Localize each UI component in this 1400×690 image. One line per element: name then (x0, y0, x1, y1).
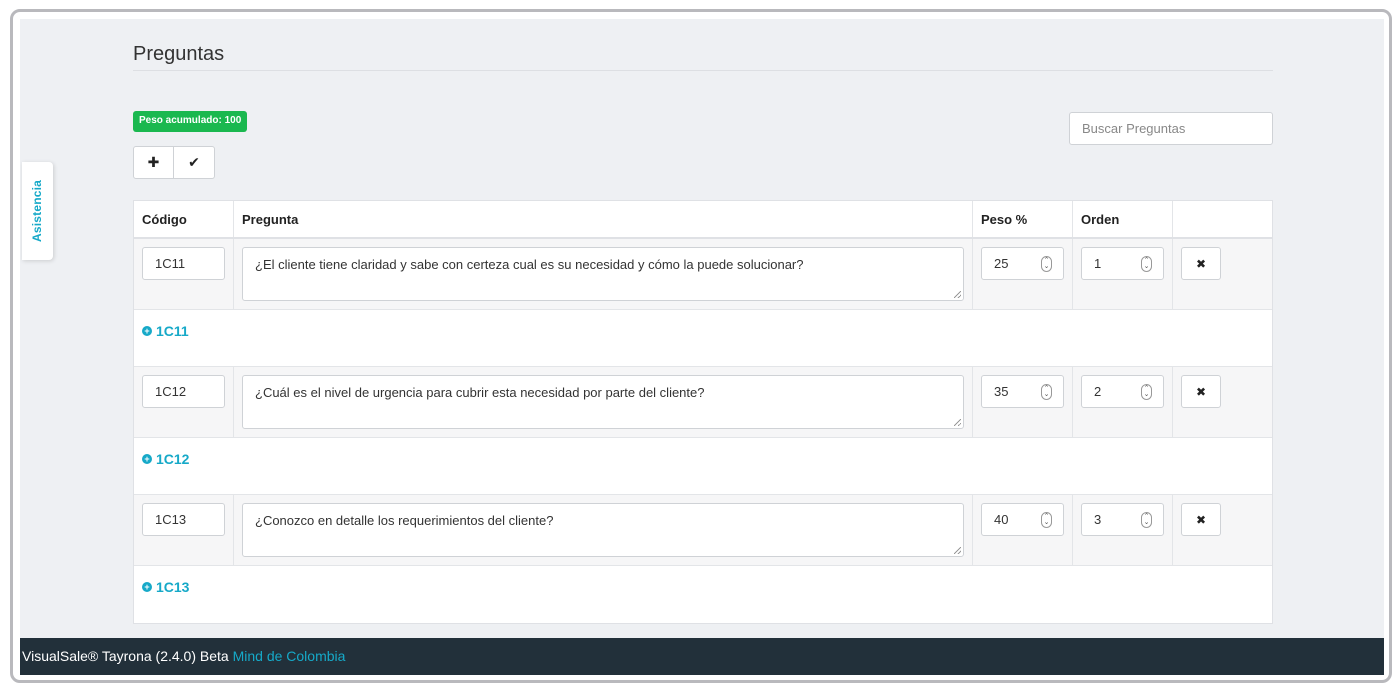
weight-field[interactable]: 40 ⌃ ⌄ (981, 503, 1064, 536)
save-questions-button[interactable]: ✔ (174, 146, 215, 179)
question-textarea[interactable]: ¿Conozco en detalle los requerimientos d… (242, 503, 964, 557)
header-order: Orden (1073, 201, 1173, 237)
table-row: 1C12 ¿Cuál es el nivel de urgencia para … (134, 367, 1272, 438)
header-code: Código (134, 201, 234, 237)
list-item: +1C12 (134, 438, 1272, 495)
question-text: ¿Cuál es el nivel de urgencia para cubri… (255, 385, 705, 400)
expand-link-label: 1C13 (156, 579, 190, 595)
delete-question-button[interactable]: ✖ (1181, 503, 1221, 536)
question-textarea[interactable]: ¿El cliente tiene claridad y sabe con ce… (242, 247, 964, 301)
order-value: 2 (1094, 384, 1102, 399)
question-textarea[interactable]: ¿Cuál es el nivel de urgencia para cubri… (242, 375, 964, 429)
header-weight: Peso % (973, 201, 1073, 237)
spinner-icon[interactable]: ⌃ ⌄ (1141, 512, 1152, 528)
table-row: 1C11 ¿El cliente tiene claridad y sabe c… (134, 239, 1272, 310)
code-field[interactable]: 1C13 (142, 503, 225, 536)
code-field[interactable]: 1C12 (142, 375, 225, 408)
question-text: ¿El cliente tiene claridad y sabe con ce… (255, 257, 804, 272)
table-header: Código Pregunta Peso % Orden (134, 201, 1272, 239)
expand-link-label: 1C11 (156, 323, 189, 339)
weight-total-badge: Peso acumulado: 100 (133, 111, 248, 132)
order-value: 1 (1094, 256, 1102, 271)
expand-question-link[interactable]: +1C12 (142, 451, 189, 467)
resize-handle-icon[interactable] (954, 547, 961, 554)
weight-value: 35 (994, 384, 1009, 399)
delete-question-button[interactable]: ✖ (1181, 375, 1221, 408)
toolbar-button-group: ✚ ✔ (133, 146, 215, 179)
weight-field[interactable]: 25 ⌃ ⌄ (981, 247, 1064, 280)
plus-circle-icon: + (142, 326, 152, 336)
weight-field[interactable]: 35 ⌃ ⌄ (981, 375, 1064, 408)
header-actions (1173, 201, 1272, 237)
order-field[interactable]: 3 ⌃ ⌄ (1081, 503, 1164, 536)
add-question-button[interactable]: ✚ (133, 146, 174, 179)
check-icon: ✔ (188, 154, 200, 170)
delete-question-button[interactable]: ✖ (1181, 247, 1221, 280)
search-questions-input[interactable] (1069, 112, 1273, 145)
list-item: +1C11 (134, 310, 1272, 367)
plus-icon: ✚ (147, 154, 160, 170)
questions-table: Código Pregunta Peso % Orden 1C11 ¿El cl… (133, 200, 1273, 624)
expand-question-link[interactable]: +1C11 (142, 323, 189, 339)
page-title: Preguntas (133, 43, 225, 65)
header-question: Pregunta (234, 201, 973, 237)
footer-product: VisualSale® Tayrona (2.4.0) Beta (22, 648, 229, 664)
question-text: ¿Conozco en detalle los requerimientos d… (255, 513, 554, 528)
sidebar-tab-label: Asistencia (30, 179, 45, 243)
order-field[interactable]: 1 ⌃ ⌄ (1081, 247, 1164, 280)
close-icon: ✖ (1195, 256, 1207, 271)
sidebar-tab-asistencia[interactable]: Asistencia (22, 162, 53, 260)
footer: VisualSale® Tayrona (2.4.0) Beta Mind de… (20, 638, 1384, 675)
order-value: 3 (1094, 512, 1102, 527)
spinner-icon[interactable]: ⌃ ⌄ (1041, 384, 1052, 400)
spinner-icon[interactable]: ⌃ ⌄ (1141, 256, 1152, 272)
footer-company-link[interactable]: Mind de Colombia (233, 648, 346, 664)
spinner-icon[interactable]: ⌃ ⌄ (1141, 384, 1152, 400)
app-canvas: Asistencia Preguntas Peso acumulado: 100… (20, 19, 1384, 675)
code-field[interactable]: 1C11 (142, 247, 225, 280)
weight-value: 40 (994, 512, 1009, 527)
close-icon: ✖ (1195, 512, 1207, 527)
expand-link-label: 1C12 (156, 451, 190, 467)
resize-handle-icon[interactable] (954, 291, 961, 298)
plus-circle-icon: + (142, 582, 152, 592)
weight-value: 25 (994, 256, 1009, 271)
title-divider (133, 70, 1273, 71)
spinner-icon[interactable]: ⌃ ⌄ (1041, 256, 1052, 272)
resize-handle-icon[interactable] (954, 419, 961, 426)
table-row: 1C13 ¿Conozco en detalle los requerimien… (134, 495, 1272, 566)
close-icon: ✖ (1195, 384, 1207, 399)
order-field[interactable]: 2 ⌃ ⌄ (1081, 375, 1164, 408)
plus-circle-icon: + (142, 454, 152, 464)
expand-question-link[interactable]: +1C13 (142, 579, 189, 595)
browser-frame: Asistencia Preguntas Peso acumulado: 100… (10, 9, 1392, 683)
spinner-icon[interactable]: ⌃ ⌄ (1041, 512, 1052, 528)
list-item: +1C13 (134, 566, 1272, 623)
